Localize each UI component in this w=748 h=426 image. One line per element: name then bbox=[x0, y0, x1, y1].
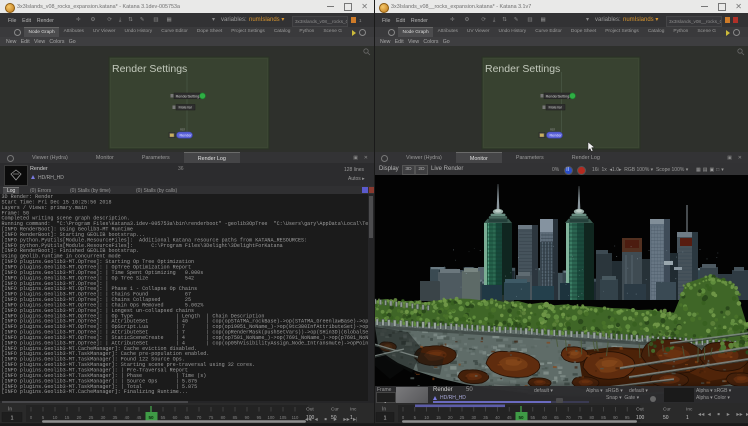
svg-text:20: 20 bbox=[77, 415, 82, 420]
svg-text:35: 35 bbox=[113, 415, 118, 420]
svg-text:45: 45 bbox=[137, 415, 142, 420]
svg-text:◀◀: ◀◀ bbox=[305, 417, 312, 422]
svg-text:65: 65 bbox=[185, 415, 190, 420]
svg-text:55: 55 bbox=[161, 415, 166, 420]
svg-text:RenderSettings: RenderSettings bbox=[176, 94, 202, 98]
svg-text:100: 100 bbox=[268, 415, 276, 420]
svg-text:10: 10 bbox=[424, 415, 429, 420]
svg-text:100: 100 bbox=[636, 415, 645, 421]
svg-text:65: 65 bbox=[554, 415, 559, 420]
svg-text:75: 75 bbox=[209, 415, 214, 420]
svg-text:In: In bbox=[382, 407, 386, 413]
svg-text:1: 1 bbox=[686, 415, 689, 421]
svg-text:1: 1 bbox=[10, 416, 13, 422]
svg-text:Render: Render bbox=[180, 133, 193, 137]
svg-text:60: 60 bbox=[173, 415, 178, 420]
svg-text:45: 45 bbox=[507, 415, 512, 420]
svg-text:15: 15 bbox=[65, 415, 70, 420]
svg-text:60: 60 bbox=[542, 415, 547, 420]
svg-text:80: 80 bbox=[221, 415, 226, 420]
svg-text:Out: Out bbox=[636, 407, 644, 413]
svg-text:Material: Material bbox=[179, 106, 192, 110]
svg-text:105: 105 bbox=[280, 415, 288, 420]
svg-text:Cur: Cur bbox=[331, 407, 339, 413]
svg-text:35: 35 bbox=[483, 415, 488, 420]
svg-text:◀◀: ◀◀ bbox=[698, 412, 705, 417]
svg-text:50: 50 bbox=[518, 415, 524, 420]
svg-text:90: 90 bbox=[613, 415, 618, 420]
svg-text:110: 110 bbox=[292, 415, 299, 420]
svg-text:90: 90 bbox=[245, 415, 250, 420]
svg-text:Render: Render bbox=[550, 133, 563, 137]
svg-text:30: 30 bbox=[101, 415, 106, 420]
svg-text:50: 50 bbox=[663, 415, 669, 421]
svg-text:30: 30 bbox=[471, 415, 476, 420]
svg-text:Out: Out bbox=[306, 407, 314, 413]
svg-text:nsi: nsi bbox=[550, 128, 555, 132]
svg-text:Cur: Cur bbox=[663, 407, 671, 413]
svg-text:25: 25 bbox=[460, 415, 465, 420]
svg-text:75: 75 bbox=[578, 415, 583, 420]
svg-text:25: 25 bbox=[89, 415, 94, 420]
svg-text:nsi: nsi bbox=[180, 128, 185, 132]
svg-text:55: 55 bbox=[530, 415, 535, 420]
svg-text:85: 85 bbox=[233, 415, 238, 420]
svg-text:Inc: Inc bbox=[686, 407, 693, 413]
svg-text:95: 95 bbox=[625, 415, 630, 420]
svg-text:85: 85 bbox=[601, 415, 606, 420]
svg-text:▶▶: ▶▶ bbox=[343, 417, 350, 422]
svg-text:50: 50 bbox=[148, 415, 154, 420]
svg-text:▶▶: ▶▶ bbox=[736, 412, 743, 417]
svg-text:40: 40 bbox=[495, 415, 500, 420]
svg-text:Render Settings: Render Settings bbox=[485, 63, 560, 75]
svg-text:▶|: ▶| bbox=[353, 417, 357, 422]
svg-text:70: 70 bbox=[197, 415, 202, 420]
svg-text:20: 20 bbox=[448, 415, 453, 420]
svg-text:40: 40 bbox=[125, 415, 130, 420]
svg-text:Inc: Inc bbox=[350, 407, 357, 413]
svg-text:70: 70 bbox=[566, 415, 571, 420]
svg-text:15: 15 bbox=[436, 415, 441, 420]
svg-text:In: In bbox=[8, 407, 12, 413]
svg-text:95: 95 bbox=[257, 415, 262, 420]
svg-text:10: 10 bbox=[53, 415, 58, 420]
svg-text:80: 80 bbox=[589, 415, 594, 420]
svg-text:1: 1 bbox=[383, 416, 386, 422]
svg-text:Material: Material bbox=[549, 106, 562, 110]
svg-text:RenderSettings: RenderSettings bbox=[546, 94, 572, 98]
svg-text:Render Settings: Render Settings bbox=[112, 63, 187, 75]
